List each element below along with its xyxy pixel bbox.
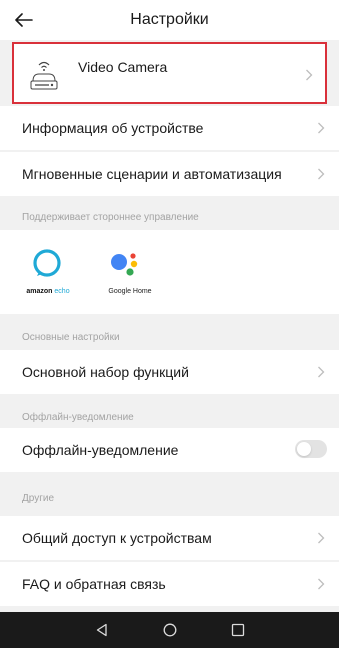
amazon-echo-label: amazon echo bbox=[26, 288, 70, 295]
google-assistant-icon bbox=[111, 253, 138, 276]
system-nav-bar bbox=[0, 612, 339, 648]
device-sharing-row[interactable]: Общий доступ к устройствам bbox=[0, 516, 339, 560]
page-title: Настройки bbox=[130, 11, 209, 28]
chevron-right-icon bbox=[318, 532, 325, 544]
device-info-label: Информация об устройстве bbox=[22, 120, 204, 136]
offline-notification-row: Оффлайн-уведомление bbox=[0, 428, 339, 472]
section-offline: Оффлайн-уведомление bbox=[22, 412, 134, 423]
faq-feedback-row[interactable]: FAQ и обратная связь bbox=[0, 562, 339, 606]
nav-back-icon[interactable] bbox=[92, 620, 112, 640]
section-third-party: Поддерживает стороннее управление bbox=[22, 212, 199, 223]
basic-functions-label: Основной набор функций bbox=[22, 364, 189, 380]
toggle-knob bbox=[297, 442, 311, 456]
nav-home-icon[interactable] bbox=[160, 620, 180, 640]
chevron-right-icon bbox=[318, 122, 325, 134]
section-other: Другие bbox=[22, 493, 55, 504]
basic-functions-row[interactable]: Основной набор функций bbox=[0, 350, 339, 394]
alexa-icon bbox=[33, 249, 61, 277]
device-info-row[interactable]: Информация об устройстве bbox=[0, 106, 339, 150]
google-home-button[interactable]: Google Home bbox=[100, 244, 160, 308]
scenes-automation-label: Мгновенные сценарии и автоматизация bbox=[22, 166, 282, 182]
chevron-right-icon bbox=[306, 69, 313, 81]
chevron-right-icon bbox=[318, 578, 325, 590]
chevron-right-icon bbox=[318, 366, 325, 378]
camera-icon bbox=[28, 54, 60, 94]
back-arrow-icon[interactable] bbox=[12, 8, 36, 32]
chevron-right-icon bbox=[318, 168, 325, 180]
header-bar: Настройки bbox=[0, 0, 339, 40]
faq-feedback-label: FAQ и обратная связь bbox=[22, 576, 166, 592]
device-name: Video Camera bbox=[78, 59, 168, 75]
assistants-panel: amazon echo Google Home bbox=[0, 230, 339, 314]
section-basic-settings: Основные настройки bbox=[22, 332, 120, 343]
device-sharing-label: Общий доступ к устройствам bbox=[22, 530, 212, 546]
nav-recents-icon[interactable] bbox=[228, 620, 248, 640]
google-home-label: Google Home bbox=[108, 288, 152, 295]
amazon-echo-button[interactable]: amazon echo bbox=[18, 244, 78, 308]
scenes-automation-row[interactable]: Мгновенные сценарии и автоматизация bbox=[0, 152, 339, 196]
offline-notification-label: Оффлайн-уведомление bbox=[22, 442, 179, 458]
offline-notification-toggle[interactable] bbox=[295, 440, 327, 458]
device-card[interactable]: Video Camera bbox=[12, 42, 327, 104]
